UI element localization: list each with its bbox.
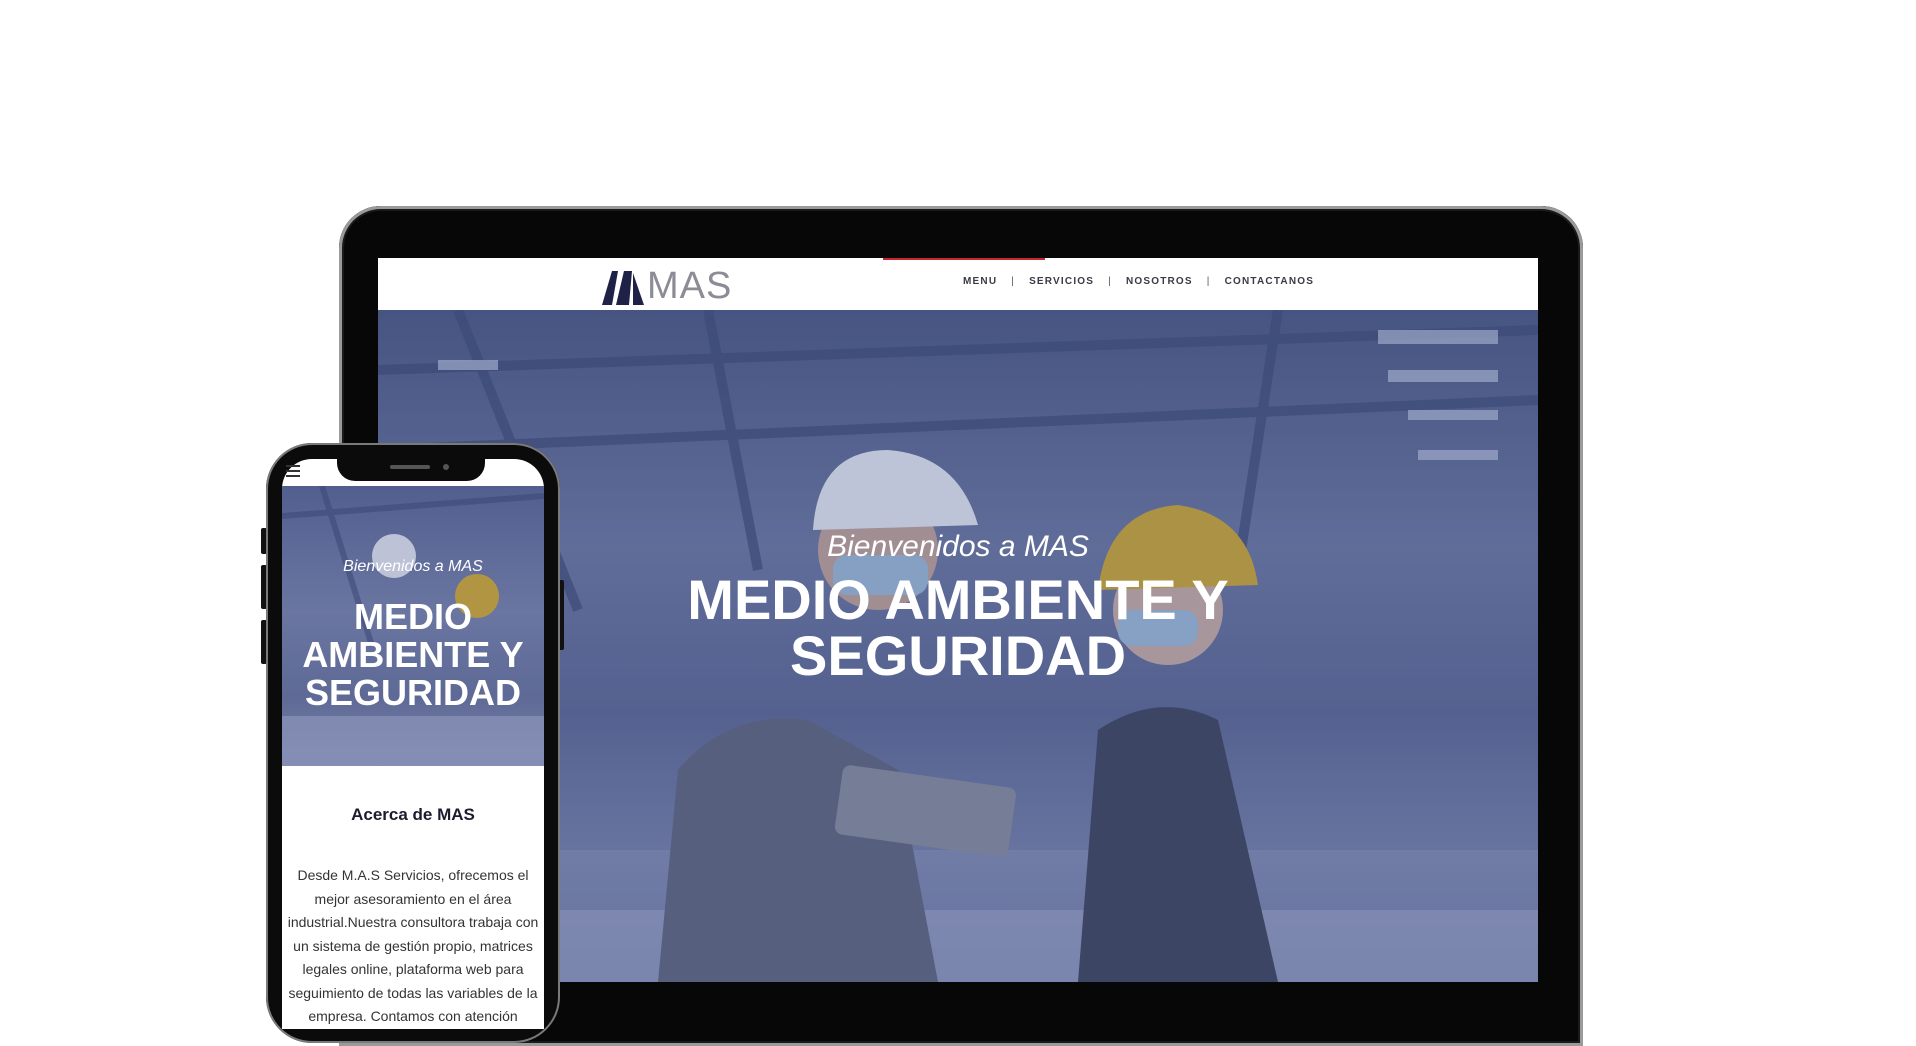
header-accent-bar	[883, 258, 1045, 260]
phone-screen: Bienvenidos a MAS MEDIO AMBIENTE Y SEGUR…	[282, 459, 544, 1029]
about-heading: Acerca de MAS	[351, 805, 475, 824]
site-header: MAS MENU | SERVICIOS | NOSOTROS | CONTAC…	[378, 258, 1538, 310]
nav-separator: |	[1011, 276, 1016, 287]
nav-item-servicios[interactable]: SERVICIOS	[1029, 276, 1094, 287]
nav-item-contactanos[interactable]: CONTACTANOS	[1225, 276, 1315, 287]
phone-camera	[443, 464, 449, 470]
nav-separator: |	[1108, 276, 1112, 287]
phone-notch	[337, 459, 485, 481]
mas-logo-icon	[602, 271, 644, 305]
hero-title: MEDIO AMBIENTE Y SEGURIDAD	[687, 568, 1229, 687]
phone-speaker	[390, 465, 430, 469]
logo-text: MAS	[647, 265, 733, 307]
hamburger-icon[interactable]	[286, 465, 300, 477]
nav-item-nosotros[interactable]: NOSOTROS	[1126, 276, 1193, 287]
mobile-hero-greeting: Bienvenidos a MAS	[343, 558, 483, 575]
mobile-hero-banner: Bienvenidos a MAS MEDIO AMBIENTE Y SEGUR…	[282, 486, 544, 766]
nav-separator: |	[1206, 276, 1211, 287]
site-logo[interactable]: MAS	[602, 266, 732, 306]
main-nav: MENU | SERVICIOS | NOSOTROS | CONTACTANO…	[963, 276, 1314, 287]
about-text: Desde M.A.S Servicios, ofrecemos el mejo…	[287, 867, 539, 1024]
nav-item-menu[interactable]: MENU	[963, 276, 997, 287]
mobile-hero-title: MEDIO AMBIENTE Y SEGURIDAD	[302, 596, 524, 713]
